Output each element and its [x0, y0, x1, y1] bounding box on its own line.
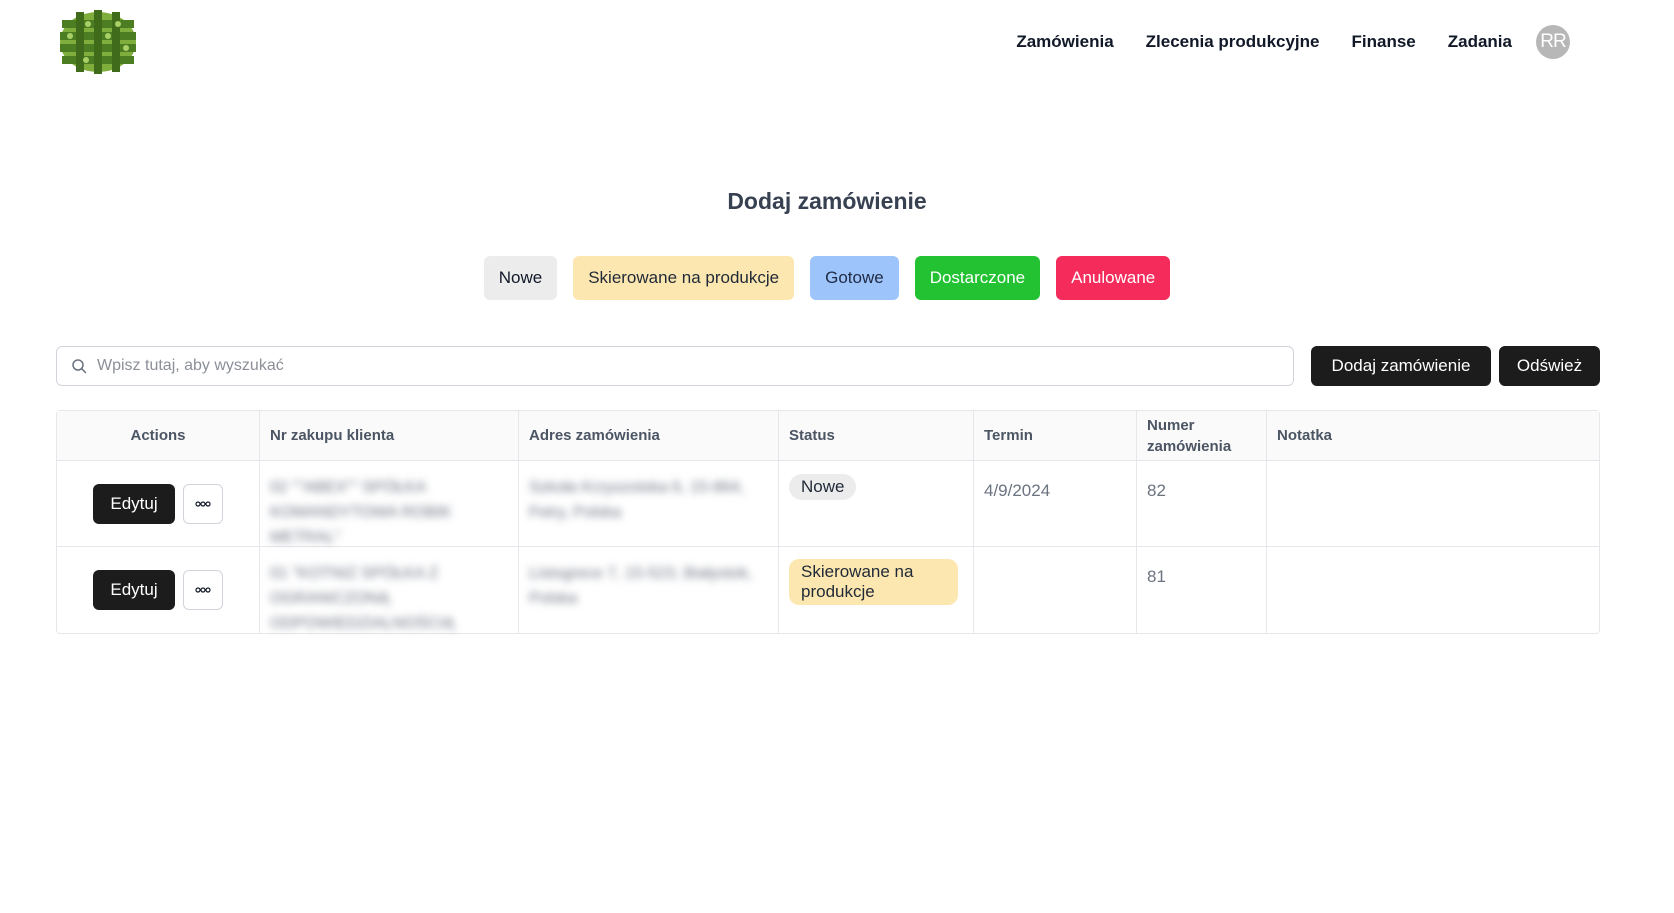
filter-dostarczone[interactable]: Dostarczone — [914, 256, 1041, 300]
column-header-status: Status — [779, 411, 974, 460]
client-purchase-cell: 01 "KOTNIZ SPÓŁKA Z OGRANICZONĄ ODPOWIED… — [260, 547, 519, 633]
filter-skierowane[interactable]: Skierowane na produkcje — [573, 256, 795, 300]
table-row: Edytuj 02 ""ABEX"" SPÓŁKA KOMANDYTOWA RO… — [57, 461, 1599, 547]
status-filters: Nowe Skierowane na produkcje Gotowe Dost… — [0, 256, 1654, 300]
more-dots-icon — [195, 500, 211, 507]
table-row: Edytuj 01 "KOTNIZ SPÓŁKA Z OGRANICZONĄ O… — [57, 547, 1599, 633]
nav-item-orders[interactable]: Zamówienia — [1016, 32, 1113, 52]
client-name: 02 ""ABEX"" SPÓŁKA KOMANDYTOWA ROBIK MET… — [270, 479, 452, 546]
nav-item-production-orders[interactable]: Zlecenia produkcyjne — [1146, 32, 1320, 52]
avatar[interactable]: RR — [1536, 25, 1570, 59]
order-number-cell: 81 — [1137, 547, 1267, 633]
client-purchase-cell: 02 ""ABEX"" SPÓŁKA KOMANDYTOWA ROBIK MET… — [260, 461, 519, 546]
refresh-button[interactable]: Odśwież — [1499, 346, 1600, 386]
column-header-order-number: Numer zamówienia — [1137, 411, 1267, 460]
column-header-note: Notatka — [1277, 427, 1333, 444]
client-name: 01 "KOTNIZ SPÓŁKA Z OGRANICZONĄ ODPOWIED… — [270, 565, 455, 632]
filter-nowe[interactable]: Nowe — [483, 256, 558, 300]
main-nav: Zamówienia Zlecenia produkcyjne Finanse … — [1016, 24, 1570, 60]
orders-table: Actions Nr zakupu klienta Adres zamówien… — [56, 410, 1600, 634]
order-number-cell: 82 — [1137, 461, 1267, 546]
deadline-cell — [974, 547, 1137, 633]
search-input[interactable] — [97, 357, 1277, 375]
search-icon — [72, 359, 87, 374]
more-options-button[interactable] — [183, 483, 223, 524]
nav-item-finance[interactable]: Finanse — [1352, 32, 1416, 52]
note-cell — [1267, 547, 1599, 633]
edit-button[interactable]: Edytuj — [93, 483, 175, 524]
column-header-client-purchase: Nr zakupu klienta — [260, 411, 519, 460]
address-cell: Listogrece 7, 15-523, Białystok, Polska — [519, 547, 779, 633]
edit-button[interactable]: Edytuj — [93, 570, 175, 610]
column-header-deadline: Termin — [974, 411, 1137, 460]
note-cell — [1267, 461, 1599, 546]
page-title: Dodaj zamówienie — [727, 188, 927, 214]
filter-gotowe[interactable]: Gotowe — [810, 256, 899, 300]
more-options-button[interactable] — [183, 570, 223, 610]
add-order-button[interactable]: Dodaj zamówienie — [1311, 346, 1491, 386]
column-header-address: Adres zamówienia — [519, 411, 779, 460]
top-header: Zamówienia Zlecenia produkcyjne Finanse … — [0, 0, 1674, 84]
nav-item-tasks[interactable]: Zadania — [1448, 32, 1512, 52]
order-address: Szkoła Krzyszotska 6, 15-864, Fetry, Pol… — [529, 479, 745, 521]
logo-icon[interactable] — [56, 8, 140, 76]
deadline-cell: 4/9/2024 — [974, 461, 1137, 546]
filter-anulowane[interactable]: Anulowane — [1056, 256, 1171, 300]
actions-cell: Edytuj — [57, 461, 260, 546]
status-badge: Nowe — [789, 474, 857, 500]
actions-cell: Edytuj — [57, 547, 260, 633]
status-cell: Skierowane na produkcje — [779, 547, 974, 633]
address-cell: Szkoła Krzyszotska 6, 15-864, Fetry, Pol… — [519, 461, 779, 546]
column-header-actions: Actions — [57, 411, 260, 460]
table-header: Actions Nr zakupu klienta Adres zamówien… — [57, 411, 1599, 461]
search-box — [56, 346, 1294, 386]
status-badge: Skierowane na produkcje — [789, 559, 958, 605]
order-address: Listogrece 7, 15-523, Białystok, Polska — [529, 565, 753, 607]
more-dots-icon — [195, 587, 211, 593]
status-cell: Nowe — [779, 461, 974, 546]
